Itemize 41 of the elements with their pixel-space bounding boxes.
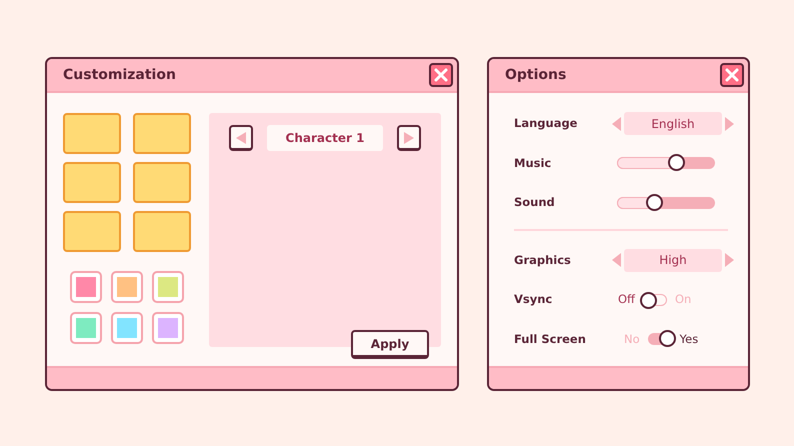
option-value: High (624, 248, 722, 272)
character-name: Character 1 (267, 125, 383, 151)
item-slot[interactable] (63, 162, 121, 203)
window-title: Options (505, 66, 566, 84)
setting-label: Music (514, 154, 552, 172)
setting-label: Graphics (514, 252, 572, 269)
slider-thumb[interactable] (668, 154, 685, 172)
setting-label: Language (514, 115, 578, 132)
right-arrow-icon (404, 132, 414, 144)
setting-label: Vsync (514, 291, 554, 308)
item-slot[interactable] (133, 113, 191, 154)
item-slot[interactable] (63, 211, 121, 252)
option-value: English (624, 112, 722, 136)
item-slot[interactable] (133, 162, 191, 203)
right-arrow-icon[interactable] (725, 116, 734, 131)
left-arrow-icon (236, 132, 246, 144)
color-swatch[interactable] (111, 271, 143, 303)
color-swatch[interactable] (70, 312, 102, 344)
setting-label: Full Screen (514, 330, 587, 348)
previous-button[interactable] (229, 125, 253, 151)
right-arrow-icon[interactable] (725, 253, 734, 268)
item-slot[interactable] (63, 113, 121, 154)
toggle-off-label: No (624, 330, 640, 348)
toggle-on-label: Yes (680, 330, 698, 348)
toggle-switch[interactable] (642, 294, 667, 306)
window-title: Customization (63, 66, 176, 84)
close-button[interactable] (429, 63, 453, 87)
close-button[interactable] (720, 63, 744, 87)
item-slot[interactable] (133, 211, 191, 252)
color-swatch[interactable] (152, 312, 184, 344)
toggle-off-label: Off (618, 291, 635, 308)
left-arrow-icon[interactable] (612, 116, 621, 131)
left-arrow-icon[interactable] (612, 253, 621, 268)
apply-button[interactable]: Apply (351, 330, 429, 359)
color-swatch[interactable] (152, 271, 184, 303)
toggle-on-label: On (674, 291, 692, 308)
slider-thumb[interactable] (646, 194, 664, 211)
next-button[interactable] (397, 125, 421, 151)
color-swatch[interactable] (111, 312, 143, 344)
setting-label: Sound (514, 194, 556, 212)
color-swatch[interactable] (70, 271, 102, 303)
